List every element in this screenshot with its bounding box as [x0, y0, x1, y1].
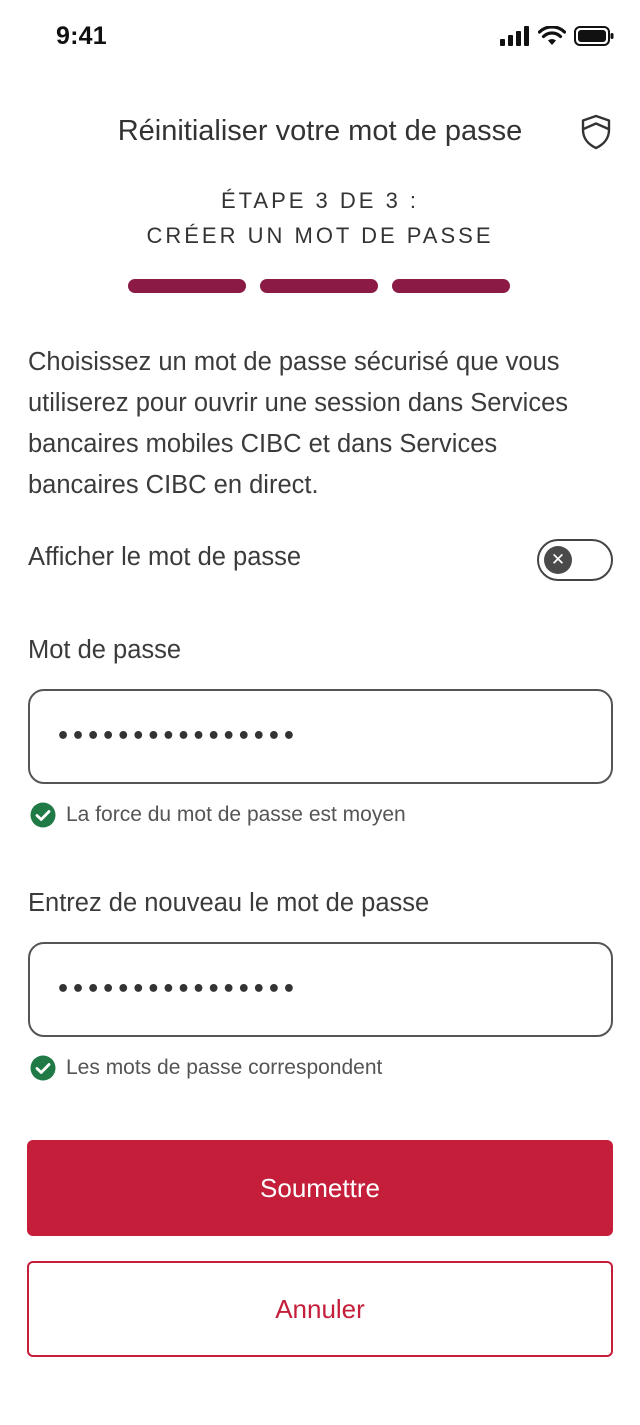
check-circle-icon: [30, 802, 56, 828]
progress-segment-1: [128, 279, 246, 293]
check-circle-icon: [30, 1055, 56, 1081]
step-title: CRÉER UN MOT DE PASSE: [146, 223, 494, 248]
confirm-password-input[interactable]: [28, 942, 613, 1037]
status-icons: [500, 26, 614, 46]
password-match-message: Les mots de passe correspondent: [30, 1055, 382, 1081]
confirm-password-label: Entrez de nouveau le mot de passe: [28, 889, 430, 917]
password-strength-message: La force du mot de passe est moyen: [30, 802, 406, 828]
status-time: 9:41: [56, 22, 107, 50]
step-indicator: ÉTAPE 3 DE 3 :: [220, 188, 420, 213]
wifi-icon: [538, 26, 566, 45]
page-title: Réinitialiser votre mot de passe: [117, 115, 523, 147]
step-progress-bar: [128, 279, 510, 293]
shield-icon[interactable]: [580, 114, 612, 150]
password-input[interactable]: [28, 689, 613, 784]
cancel-button[interactable]: Annuler: [27, 1261, 613, 1357]
progress-segment-3: [392, 279, 510, 293]
progress-segment-2: [260, 279, 378, 293]
password-strength-text: La force du mot de passe est moyen: [66, 803, 406, 826]
password-match-text: Les mots de passe correspondent: [66, 1056, 383, 1079]
close-icon: ✕: [544, 546, 572, 574]
battery-icon: [574, 26, 614, 46]
show-password-toggle[interactable]: ✕: [537, 539, 613, 581]
instructions-text: Choisissez un mot de passe sécurisé que …: [28, 348, 569, 499]
cellular-signal-icon: [500, 26, 529, 46]
password-label: Mot de passe: [28, 636, 182, 664]
status-bar: 9:41: [0, 0, 640, 80]
show-password-label: Afficher le mot de passe: [28, 543, 302, 571]
submit-button[interactable]: Soumettre: [27, 1140, 613, 1236]
